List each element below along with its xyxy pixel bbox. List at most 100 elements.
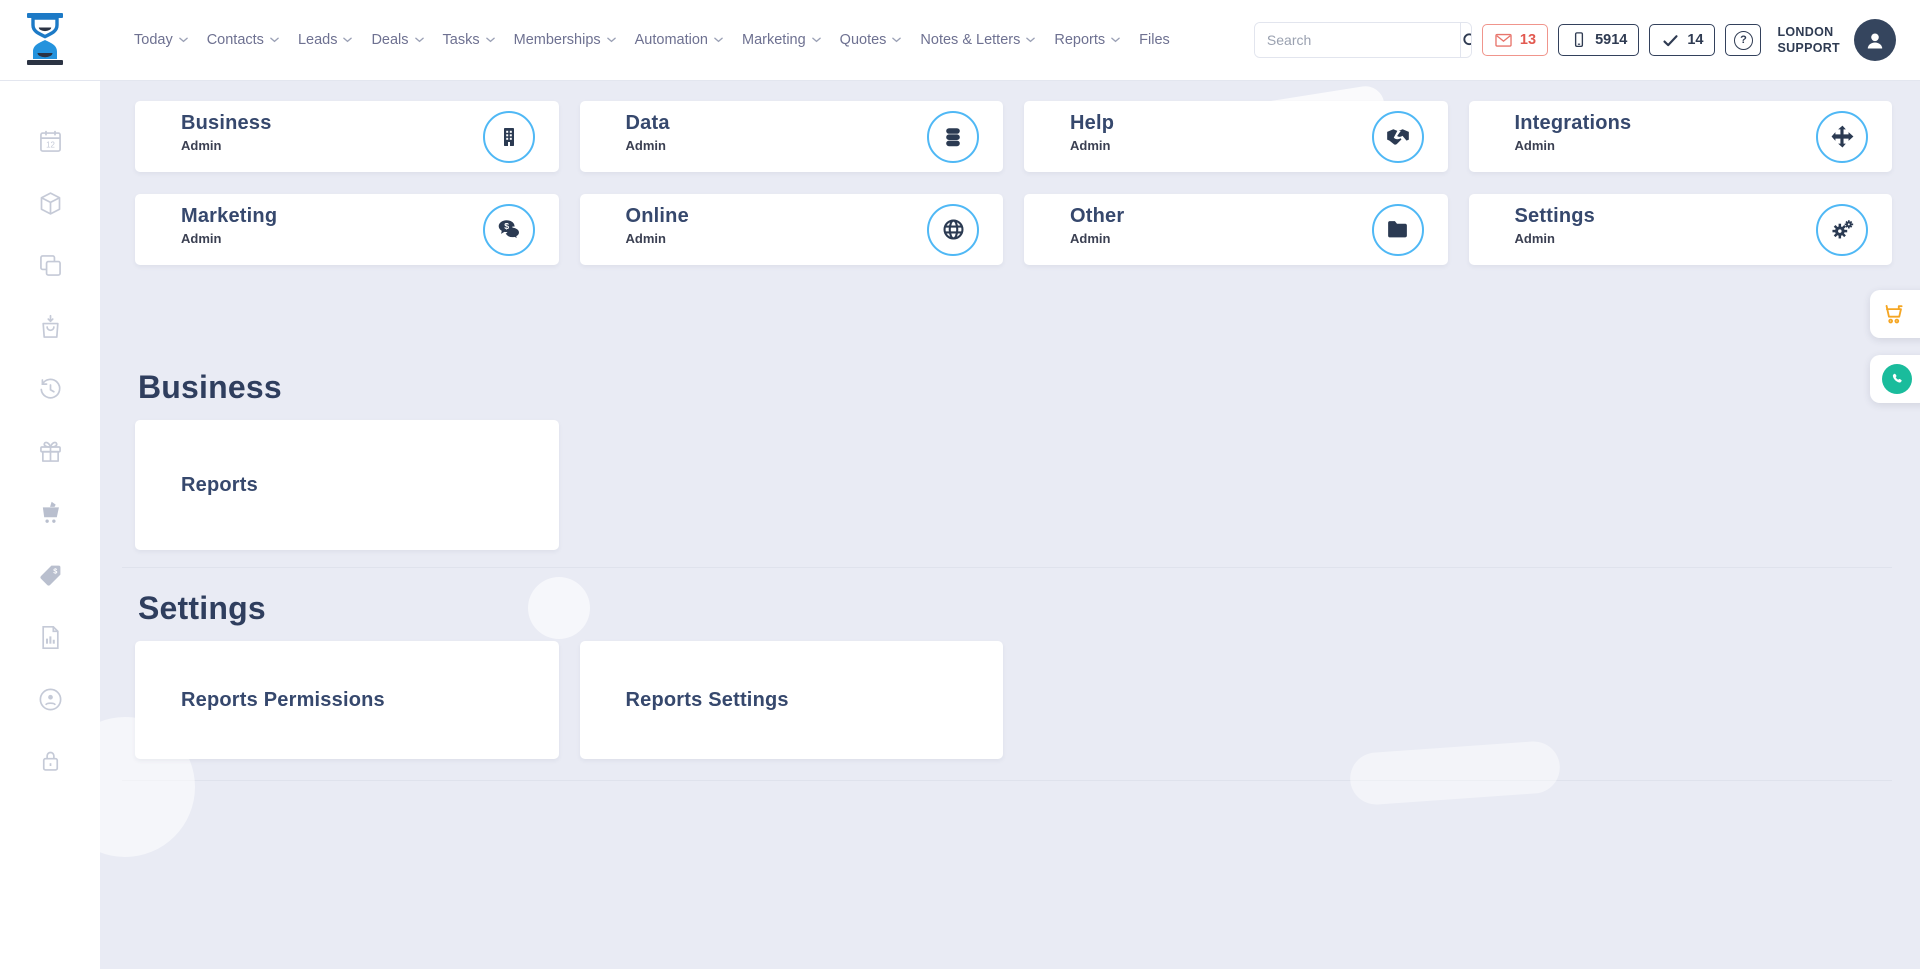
nav-item-quotes[interactable]: Quotes [838,26,904,54]
sidebar-item-account[interactable] [0,668,100,730]
phone-flyout-button[interactable] [1870,355,1920,403]
nav-label: Today [134,32,173,48]
chevron-down-icon [486,37,495,43]
sidebar-item-orders[interactable] [0,296,100,358]
category-card-data[interactable]: Data Admin [580,101,1004,172]
user-circle-icon [37,686,64,713]
section-title-settings: Settings [138,590,1920,627]
database-icon [927,111,979,163]
sidebar-item-pricing[interactable]: $ [0,544,100,606]
sidebar-item-history[interactable] [0,358,100,420]
sidebar-item-gifts[interactable] [0,420,100,482]
nav-item-files[interactable]: Files [1137,26,1172,54]
calendar-icon: 12 [37,128,64,155]
tasks-badge[interactable]: 14 [1649,24,1715,56]
nav-label: Leads [298,32,338,48]
history-icon [37,376,64,403]
chevron-down-icon [607,37,616,43]
phone-icon [1882,364,1912,394]
result-card-reports-settings[interactable]: Reports Settings [580,641,1004,759]
category-card-settings[interactable]: Settings Admin [1469,194,1893,265]
result-label: Reports Settings [626,689,789,712]
sidebar-item-reports[interactable] [0,606,100,668]
business-results: Reports [135,420,1892,550]
user-name-line2: SUPPORT [1777,40,1840,56]
nav-label: Deals [371,32,408,48]
nav-label: Automation [635,32,708,48]
calls-count: 5914 [1595,32,1627,48]
category-title: Integrations [1515,112,1803,135]
nav-item-leads[interactable]: Leads [296,26,355,54]
sidebar-item-duplicates[interactable] [0,234,100,296]
chevron-down-icon [1026,37,1035,43]
nav-item-memberships[interactable]: Memberships [512,26,618,54]
nav-item-contacts[interactable]: Contacts [205,26,281,54]
chevron-down-icon [812,37,821,43]
top-header: Today Contacts Leads Deals Tasks Members… [0,0,1920,80]
nav-item-automation[interactable]: Automation [633,26,725,54]
cart-flyout-button[interactable] [1870,290,1920,338]
nav-label: Marketing [742,32,806,48]
sidebar-item-security[interactable] [0,730,100,792]
nav-item-tasks[interactable]: Tasks [441,26,497,54]
help-button[interactable]: ? [1725,24,1761,56]
checkmark-icon [1661,32,1680,49]
result-card-reports[interactable]: Reports [135,420,559,550]
tasks-count: 14 [1687,32,1703,48]
header-right-cluster: 13 5914 14 ? LONDON SUPPORT [1254,19,1896,61]
category-subtitle: Admin [181,138,469,153]
chevron-down-icon [892,37,901,43]
category-card-online[interactable]: Online Admin [580,194,1004,265]
category-title: Online [626,205,914,228]
nav-label: Tasks [443,32,480,48]
category-title: Settings [1515,205,1803,228]
nav-item-notes-letters[interactable]: Notes & Letters [918,26,1037,54]
svg-text:$: $ [504,221,509,231]
category-card-marketing[interactable]: Marketing Admin $ [135,194,559,265]
nav-label: Contacts [207,32,264,48]
category-card-integrations[interactable]: Integrations Admin [1469,101,1893,172]
nav-label: Files [1139,32,1170,48]
chevron-down-icon [179,37,188,43]
handshake-icon [1372,111,1424,163]
nav-item-today[interactable]: Today [132,26,190,54]
price-tag-icon: $ [37,562,64,589]
result-label: Reports [181,474,258,497]
category-card-other[interactable]: Other Admin [1024,194,1448,265]
nav-item-reports[interactable]: Reports [1052,26,1122,54]
result-card-reports-permissions[interactable]: Reports Permissions [135,641,559,759]
category-title: Business [181,112,469,135]
sidebar-item-cart[interactable] [0,482,100,544]
nav-item-deals[interactable]: Deals [369,26,425,54]
nav-label: Memberships [514,32,601,48]
messages-badge[interactable]: 13 [1482,24,1548,56]
cart-icon [37,500,64,527]
app-logo[interactable] [24,12,66,68]
category-subtitle: Admin [1515,138,1803,153]
building-icon [483,111,535,163]
svg-text:12: 12 [46,140,55,149]
chevron-down-icon [343,37,352,43]
chat-dollar-icon: $ [483,204,535,256]
copy-icon [37,252,64,279]
nav-item-marketing[interactable]: Marketing [740,26,823,54]
category-card-help[interactable]: Help Admin [1024,101,1448,172]
category-title: Data [626,112,914,135]
category-card-business[interactable]: Business Admin [135,101,559,172]
globe-icon [927,204,979,256]
folder-icon [1372,204,1424,256]
header-search-input[interactable] [1255,23,1460,57]
avatar[interactable] [1854,19,1896,61]
header-search-button[interactable] [1460,23,1472,57]
sidebar-item-calendar[interactable]: 12 [0,110,100,172]
category-subtitle: Admin [181,231,469,246]
mobile-phone-icon [1570,30,1588,50]
hourglass-logo-icon [24,12,66,68]
cart-icon [1882,301,1908,327]
report-document-icon [37,624,64,651]
calls-badge[interactable]: 5914 [1558,24,1639,56]
user-name: LONDON SUPPORT [1777,24,1840,57]
gears-icon [1816,204,1868,256]
sidebar-item-products[interactable] [0,172,100,234]
envelope-icon [1494,31,1513,50]
